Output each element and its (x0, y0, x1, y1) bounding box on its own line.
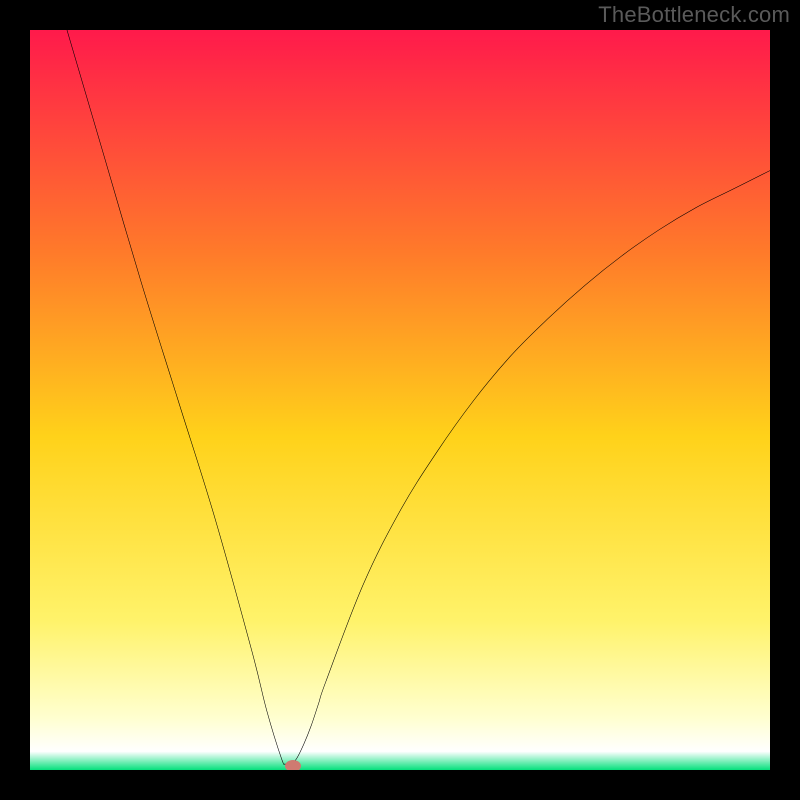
watermark-text: TheBottleneck.com (598, 2, 790, 28)
chart-frame: TheBottleneck.com (0, 0, 800, 800)
plot-area (30, 30, 770, 770)
curve-layer (30, 30, 770, 770)
bottleneck-curve (67, 30, 770, 767)
optimum-point (285, 760, 301, 770)
